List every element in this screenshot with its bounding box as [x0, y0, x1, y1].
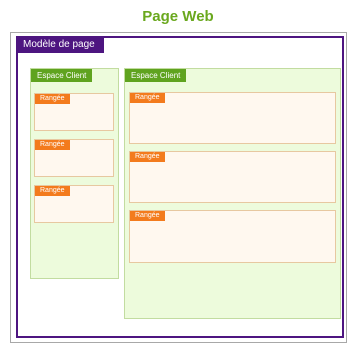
row-left-2-label: Rangée — [35, 140, 70, 150]
row-right-2-label: Rangée — [130, 152, 165, 162]
row-left-3-label: Rangée — [35, 186, 70, 196]
client-space-right-label: Espace Client — [125, 69, 187, 82]
row-right-3-label: Rangée — [130, 211, 165, 221]
row-left-1-label: Rangée — [35, 94, 70, 104]
page-template-label: Modèle de page — [16, 36, 104, 53]
client-space-left-label: Espace Client — [31, 69, 93, 82]
page-title: Page Web — [142, 8, 214, 25]
row-right-1-label: Rangée — [130, 93, 165, 103]
